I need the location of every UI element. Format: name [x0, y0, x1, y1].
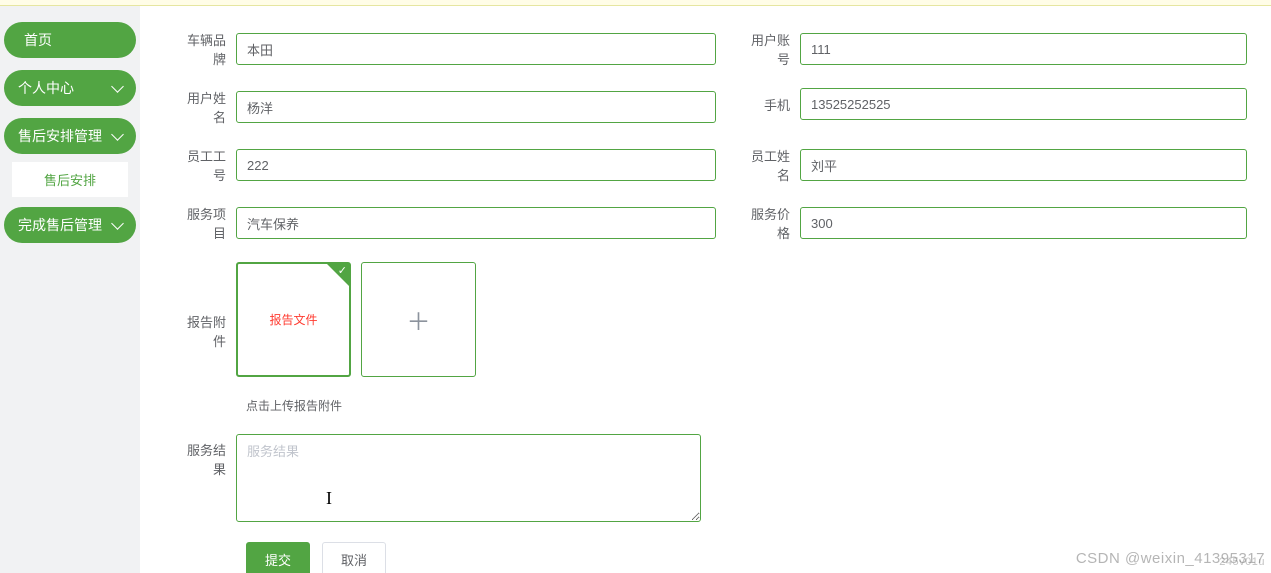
input-emp-name[interactable]	[800, 149, 1247, 181]
upload-add-button[interactable]: ＋	[361, 262, 476, 377]
input-service-price[interactable]	[800, 207, 1247, 239]
chevron-down-icon	[111, 80, 124, 93]
sidebar: 首页 个人中心 售后安排管理 售后安排 完成售后管理	[0, 6, 140, 573]
label-result: 服务结果	[176, 434, 236, 478]
nav-home-label: 首页	[24, 30, 52, 50]
label-attachment: 报告附件	[176, 262, 236, 350]
nav-personal[interactable]: 个人中心	[4, 70, 136, 106]
label-service-item: 服务项目	[176, 204, 236, 242]
submit-button[interactable]: 提交	[246, 542, 310, 573]
input-phone[interactable]	[800, 88, 1247, 120]
watermark: CSDN @weixin_41395317 245v01u	[1076, 550, 1265, 567]
nav-complete-mgmt[interactable]: 完成售后管理	[4, 207, 136, 243]
label-brand: 车辆品牌	[176, 30, 236, 68]
check-icon: ✓	[338, 264, 347, 277]
input-user-name[interactable]	[236, 91, 716, 123]
input-emp-id[interactable]	[236, 149, 716, 181]
nav-home[interactable]: 首页	[4, 22, 136, 58]
input-user-account[interactable]	[800, 33, 1247, 65]
label-emp-name: 员工姓名	[740, 146, 800, 184]
chevron-down-icon	[111, 217, 124, 230]
upload-file-label: 报告文件	[269, 311, 317, 328]
page-header	[0, 0, 1271, 4]
textarea-result[interactable]	[236, 434, 701, 522]
upload-hint: 点击上传报告附件	[246, 397, 1247, 414]
nav-after-sub[interactable]: 售后安排	[12, 162, 128, 197]
label-emp-id: 员工工号	[176, 146, 236, 184]
nav-after-mgmt-label: 售后安排管理	[18, 126, 102, 146]
nav-after-mgmt[interactable]: 售后安排管理	[4, 118, 136, 154]
plus-icon: ＋	[407, 302, 431, 337]
input-brand[interactable]	[236, 33, 716, 65]
label-service-price: 服务价格	[740, 204, 800, 242]
nav-personal-label: 个人中心	[18, 78, 74, 98]
cancel-button[interactable]: 取消	[322, 542, 386, 573]
input-service-item[interactable]	[236, 207, 716, 239]
chevron-down-icon	[111, 128, 124, 141]
form-content: 车辆品牌 用户账号 用户姓名 手机	[140, 6, 1271, 573]
label-user-name: 用户姓名	[176, 88, 236, 126]
label-user-account: 用户账号	[740, 30, 800, 68]
nav-complete-mgmt-label: 完成售后管理	[18, 215, 102, 235]
upload-file-card[interactable]: 报告文件 ✓	[236, 262, 351, 377]
label-phone: 手机	[740, 95, 800, 114]
